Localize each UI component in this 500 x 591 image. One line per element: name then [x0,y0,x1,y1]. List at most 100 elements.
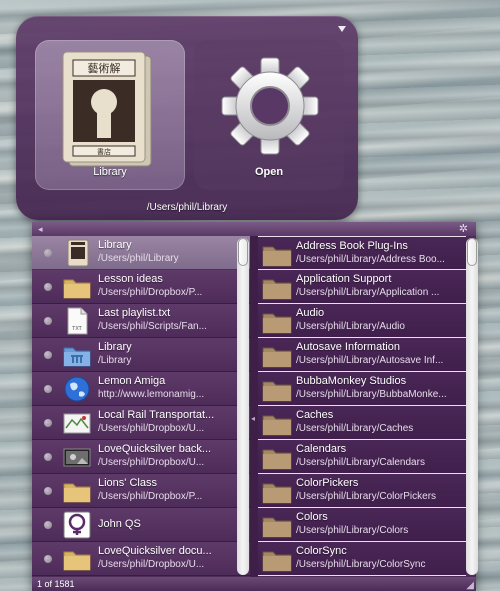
child-title: BubbaMonkey Studios [296,375,407,387]
child-title: ColorSync [296,545,347,557]
folder-icon [262,415,292,436]
panel-menu-arrow-icon[interactable] [338,26,346,32]
direct-object-pane[interactable]: 藝術解 書店 Library [35,40,185,190]
folder-icon [262,449,292,470]
row-subtitle: /Library [98,355,132,366]
folder-icon [262,381,292,402]
gear-icon [221,57,319,155]
folder-icon [262,483,292,504]
svg-text:書店: 書店 [97,147,111,156]
row-subtitle: /Users/phil/Dropbox/P... [98,491,203,502]
child-title: Calendars [296,443,347,455]
folder-icon [63,483,91,503]
status-bar: 1 of 1581 ◢ [32,577,476,591]
column-splitter[interactable]: ◂ [250,236,258,577]
scrollbar-thumb[interactable] [467,238,477,266]
row-title: Lemon Amiga [98,375,166,387]
child-title: Audio [296,307,325,319]
results-scrollbar[interactable] [237,238,249,575]
child-title: ColorPickers [296,477,359,489]
result-row[interactable]: Lemon Amiga http://www.lemonamig... [32,372,250,406]
results-window: ◂ ✲ Library /Users/phil/Library › Lesson… [32,222,478,591]
result-row[interactable]: TXT Last playlist.txt /Users/phil/Script… [32,304,250,338]
result-row[interactable]: Lions' Class /Users/phil/Dropbox/P... › [32,474,250,508]
folder-icon [262,246,292,267]
library-book-icon: 藝術解 書店 [62,51,152,167]
child-row[interactable]: ColorSync /Users/phil/Library/ColorSync [258,542,466,576]
folder-icon [262,279,292,300]
row-title: Lesson ideas [98,273,163,285]
command-panel: 藝術解 書店 Library Open /Users/phil/Library [16,16,358,220]
result-row[interactable]: John QS [32,508,250,542]
child-row[interactable]: BubbaMonkey Studios /Users/phil/Library/… [258,372,466,406]
child-subtitle: /Users/phil/Library/Audio [296,321,405,332]
child-row[interactable]: Autosave Information /Users/phil/Library… [258,338,466,372]
row-subtitle: /Users/phil/Dropbox/U... [98,457,205,468]
photo-icon [63,448,91,467]
children-scrollbar[interactable] [466,238,478,575]
contact-icon [63,511,91,539]
row-marker [44,521,52,529]
text-file-icon: TXT [67,307,88,335]
resize-grip-icon[interactable]: ◢ [466,580,474,591]
row-marker [44,419,52,427]
settings-gear-icon[interactable]: ✲ [459,222,468,235]
child-title: Autosave Information [296,341,400,353]
row-title: LoveQuicksilver back... [98,443,212,455]
row-title: Local Rail Transportat... [98,409,215,421]
splitter-grip-icon: ◂ [251,414,256,423]
child-row[interactable]: Address Book Plug-Ins /Users/phil/Librar… [258,236,466,270]
row-marker [44,249,52,257]
folder-icon [262,551,292,572]
row-marker [44,283,52,291]
action-pane[interactable]: Open [194,40,344,190]
row-marker [44,487,52,495]
scrollbar-thumb[interactable] [238,238,248,266]
row-title: Library [98,239,132,251]
row-marker [44,555,52,563]
child-row[interactable]: Colors /Users/phil/Library/Colors [258,508,466,542]
row-marker [44,385,52,393]
results-list: Library /Users/phil/Library › Lesson ide… [32,236,250,577]
child-subtitle: /Users/phil/Library/BubbaMonke... [296,389,447,400]
child-row[interactable]: ColorPickers /Users/phil/Library/ColorPi… [258,474,466,508]
result-row[interactable]: Lesson ideas /Users/phil/Dropbox/P... › [32,270,250,304]
row-subtitle: /Users/phil/Dropbox/U... [98,423,205,434]
children-list: Address Book Plug-Ins /Users/phil/Librar… [258,236,466,577]
child-subtitle: /Users/phil/Library/Calendars [296,457,425,468]
child-subtitle: /Users/phil/Library/ColorPickers [296,491,437,502]
child-row[interactable]: Audio /Users/phil/Library/Audio [258,304,466,338]
child-subtitle: /Users/phil/Library/Colors [296,525,409,536]
row-title: Library [98,341,132,353]
result-row[interactable]: Library /Users/phil/Library › [32,236,250,270]
map-image-icon [63,413,91,434]
folder-icon [262,517,292,538]
child-title: Address Book Plug-Ins [296,240,408,252]
child-row[interactable]: Caches /Users/phil/Library/Caches [258,406,466,440]
child-title: Application Support [296,273,392,285]
child-subtitle: /Users/phil/Library/Caches [296,423,414,434]
row-title: Lions' Class [98,477,157,489]
back-arrow-icon[interactable]: ◂ [38,224,43,235]
child-row[interactable]: Application Support /Users/phil/Library/… [258,270,466,304]
result-count: 1 of 1581 [37,579,75,589]
row-subtitle: /Users/phil/Library [98,253,179,264]
row-marker [44,317,52,325]
row-title: Last playlist.txt [98,307,171,319]
results-titlebar: ◂ ✲ [32,222,476,236]
selected-path: /Users/phil/Library [146,202,228,213]
row-subtitle: http://www.lemonamig... [98,389,205,400]
child-subtitle: /Users/phil/Library/Address Boo... [296,254,445,265]
row-subtitle: /Users/phil/Dropbox/P... [98,287,203,298]
result-row[interactable]: LoveQuicksilver back... /Users/phil/Drop… [32,440,250,474]
result-row[interactable]: Library /Library › [32,338,250,372]
result-row[interactable]: LoveQuicksilver docu... /Users/phil/Drop… [32,542,250,576]
row-subtitle: /Users/phil/Dropbox/U... [98,559,205,570]
action-label: Open [254,166,284,178]
svg-text:藝術解: 藝術解 [88,61,121,75]
globe-icon [64,376,90,402]
child-row[interactable]: Calendars /Users/phil/Library/Calendars [258,440,466,474]
row-marker [44,453,52,461]
folder-icon [262,347,292,368]
result-row[interactable]: Local Rail Transportat... /Users/phil/Dr… [32,406,250,440]
